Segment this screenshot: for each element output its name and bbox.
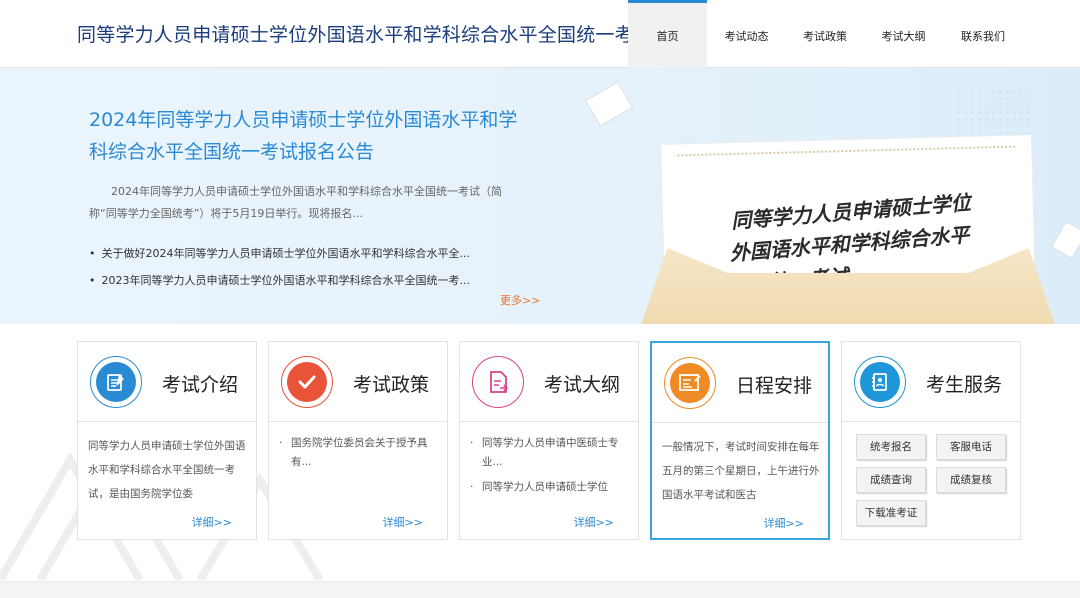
nav-home[interactable]: 首页 [628, 0, 707, 68]
nav-exam-news[interactable]: 考试动态 [707, 0, 786, 68]
card-title[interactable]: 考生服务 [926, 370, 1002, 397]
card-list-item[interactable]: 国务院学位委员会关于授予具有... [279, 434, 437, 472]
schedule-board-icon [664, 357, 716, 409]
announcement-list: 关于做好2024年同等学力人员申请硕士学位外国语水平和学科综合水平全... 20… [89, 240, 509, 294]
announcement-summary: 2024年同等学力人员申请硕士学位外国语水平和学科综合水平全国统一考试（简称“同… [89, 185, 502, 220]
site-header: 同等学力人员申请硕士学位外国语水平和学科综合水平全国统一考试 首页 考试动态 考… [0, 0, 1080, 68]
card-candidate-services: 考生服务 统考报名 客服电话 成绩查询 成绩复核 下载准考证 [841, 341, 1021, 540]
nav-exam-policy[interactable]: 考试政策 [786, 0, 864, 68]
announcement-link[interactable]: 2023年同等学力人员申请硕士学位外国语水平和学科综合水平全国统一考... [89, 267, 509, 294]
card-header: 考生服务 [842, 342, 1020, 422]
score-query-button[interactable]: 成绩查询 [856, 467, 926, 493]
announcement-title[interactable]: 2024年同等学力人员申请硕士学位外国语水平和学科综合水平全国统一考试报名公告 [89, 104, 529, 168]
file-export-icon [472, 356, 524, 408]
floating-paper-icon [586, 82, 632, 126]
customer-service-phone-button[interactable]: 客服电话 [936, 434, 1006, 460]
card-list-item[interactable]: 同等学力人员申请硕士学位 [470, 478, 628, 497]
card-exam-policy[interactable]: 考试政策 国务院学位委员会关于授予具有... 详细>> [268, 341, 448, 540]
nav-contact-us[interactable]: 联系我们 [943, 0, 1023, 68]
card-header: 考试介绍 [78, 342, 256, 422]
checkmark-icon [281, 356, 333, 408]
card-title[interactable]: 日程安排 [736, 371, 812, 398]
card-exam-intro[interactable]: 考试介绍 同等学力人员申请硕士学位外国语水平和学科综合水平全国统一考试，是由国务… [77, 341, 257, 540]
main-nav: 首页 考试动态 考试政策 考试大纲 联系我们 [628, 0, 1023, 68]
card-header: 日程安排 [652, 343, 828, 423]
envelope-illustration: 同等学力人员申请硕士学位 外国语水平和学科综合水平 全国统一考试 [633, 128, 1063, 324]
card-link-list: 同等学力人员申请中医硕士专业... 同等学力人员申请硕士学位 [470, 434, 628, 503]
card-detail-link[interactable]: 详细>> [574, 514, 614, 530]
score-review-button[interactable]: 成绩复核 [936, 467, 1006, 493]
card-link-list: 国务院学位委员会关于授予具有... [279, 434, 437, 478]
card-header: 考试大纲 [460, 342, 638, 422]
card-detail-link[interactable]: 详细>> [192, 514, 232, 530]
contact-book-icon [854, 356, 906, 408]
hero-banner: 2024年同等学力人员申请硕士学位外国语水平和学科综合水平全国统一考试报名公告 … [0, 68, 1080, 324]
service-buttons: 统考报名 客服电话 成绩查询 成绩复核 下载准考证 [856, 434, 1010, 526]
card-list-item[interactable]: 同等学力人员申请中医硕士专业... [470, 434, 628, 472]
card-title[interactable]: 考试政策 [353, 370, 429, 397]
card-description: 同等学力人员申请硕士学位外国语水平和学科综合水平全国统一考试，是由国务院学位委 [88, 440, 246, 500]
exam-registration-button[interactable]: 统考报名 [856, 434, 926, 460]
document-edit-icon [90, 356, 142, 408]
download-admission-ticket-button[interactable]: 下载准考证 [856, 500, 926, 526]
card-schedule[interactable]: 日程安排 一般情况下，考试时间安排在每年五月的第三个星期日，上午进行外国语水平考… [650, 341, 830, 540]
footer-band [0, 581, 1080, 598]
card-header: 考试政策 [269, 342, 447, 422]
more-announcements-link[interactable]: 更多>> [500, 292, 540, 308]
card-description: 一般情况下，考试时间安排在每年五月的第三个星期日，上午进行外国语水平考试和医古 [662, 441, 820, 501]
card-detail-link[interactable]: 详细>> [764, 515, 804, 531]
card-detail-link[interactable]: 详细>> [383, 514, 423, 530]
card-title[interactable]: 考试介绍 [162, 370, 238, 397]
card-exam-syllabus[interactable]: 考试大纲 同等学力人员申请中医硕士专业... 同等学力人员申请硕士学位 详细>> [459, 341, 639, 540]
site-title[interactable]: 同等学力人员申请硕士学位外国语水平和学科综合水平全国统一考试 [77, 20, 653, 47]
nav-exam-syllabus[interactable]: 考试大纲 [864, 0, 943, 68]
card-title[interactable]: 考试大纲 [544, 370, 620, 397]
announcement-link[interactable]: 关于做好2024年同等学力人员申请硕士学位外国语水平和学科综合水平全... [89, 240, 509, 267]
